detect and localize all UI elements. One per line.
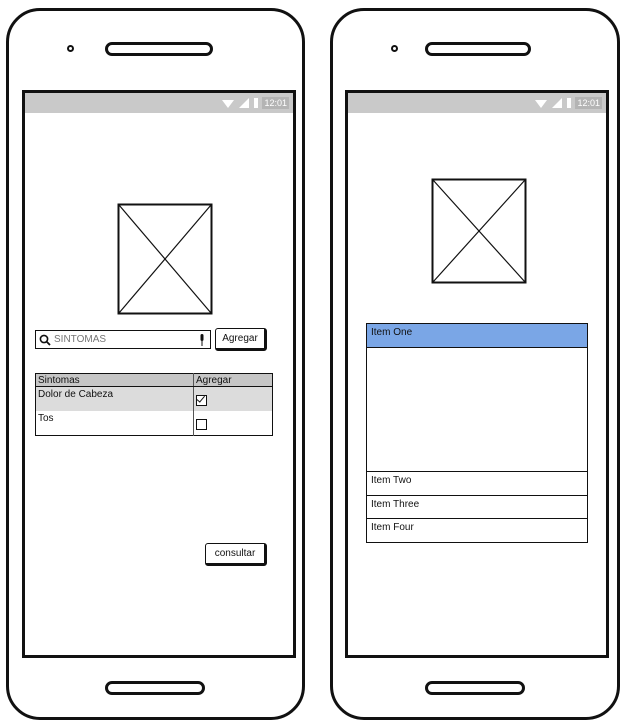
agregar-checkbox[interactable]	[196, 419, 207, 430]
camera-dot	[67, 45, 74, 52]
consultar-button[interactable]: consultar	[205, 543, 267, 566]
battery-icon	[567, 98, 572, 108]
table-header-row: Sintomas Agregar	[35, 373, 273, 387]
speaker-bar	[105, 42, 213, 56]
table-row[interactable]: Tos	[35, 411, 273, 436]
home-button[interactable]	[425, 681, 525, 695]
search-field[interactable]	[35, 330, 211, 349]
list-item[interactable]: Item Four	[366, 518, 588, 543]
speaker-bar	[425, 42, 531, 56]
signal-icon	[552, 98, 563, 108]
image-placeholder-icon	[431, 178, 527, 284]
phone-screen-left: 12:01 Agregar Sintomas Agre	[22, 90, 296, 658]
status-bar: 12:01	[25, 93, 293, 113]
agregar-cell	[193, 386, 273, 411]
microphone-icon[interactable]	[198, 333, 206, 347]
phone-frame-right: 12:01 Item One Item Two Item Three Item …	[330, 8, 620, 720]
wifi-icon	[222, 100, 235, 108]
signal-icon	[239, 98, 250, 108]
column-header-agregar: Agregar	[193, 373, 273, 387]
phone-frame-left: 12:01 Agregar Sintomas Agre	[6, 8, 305, 720]
wifi-icon	[535, 100, 548, 108]
battery-icon	[254, 98, 259, 108]
table-row[interactable]: Dolor de Cabeza	[35, 386, 273, 411]
symptoms-table: Sintomas Agregar Dolor de Cabeza Tos	[35, 373, 273, 436]
list-expanded-area	[366, 346, 588, 473]
agregar-button[interactable]: Agregar	[215, 328, 267, 351]
symptom-label: Tos	[35, 411, 194, 436]
status-bar: 12:01	[348, 93, 606, 113]
status-icons: 12:01	[221, 96, 289, 110]
list-item-selected[interactable]: Item One	[366, 323, 588, 348]
camera-dot	[391, 45, 398, 52]
symptom-label: Dolor de Cabeza	[35, 386, 194, 411]
list-item[interactable]: Item Three	[366, 494, 588, 520]
phone-screen-right: 12:01 Item One Item Two Item Three Item …	[345, 90, 609, 658]
list-item[interactable]: Item Two	[366, 471, 588, 496]
item-list: Item One Item Two Item Three Item Four	[366, 323, 588, 543]
search-input[interactable]	[52, 332, 196, 347]
status-time: 12:01	[262, 97, 289, 109]
status-icons: 12:01	[534, 96, 602, 110]
home-button[interactable]	[105, 681, 205, 695]
agregar-cell	[194, 411, 273, 436]
status-time: 12:01	[575, 97, 602, 109]
agregar-checkbox-checked[interactable]	[196, 395, 207, 406]
column-header-sintomas: Sintomas	[35, 373, 194, 387]
image-placeholder-icon	[117, 203, 213, 315]
search-icon	[39, 334, 51, 346]
